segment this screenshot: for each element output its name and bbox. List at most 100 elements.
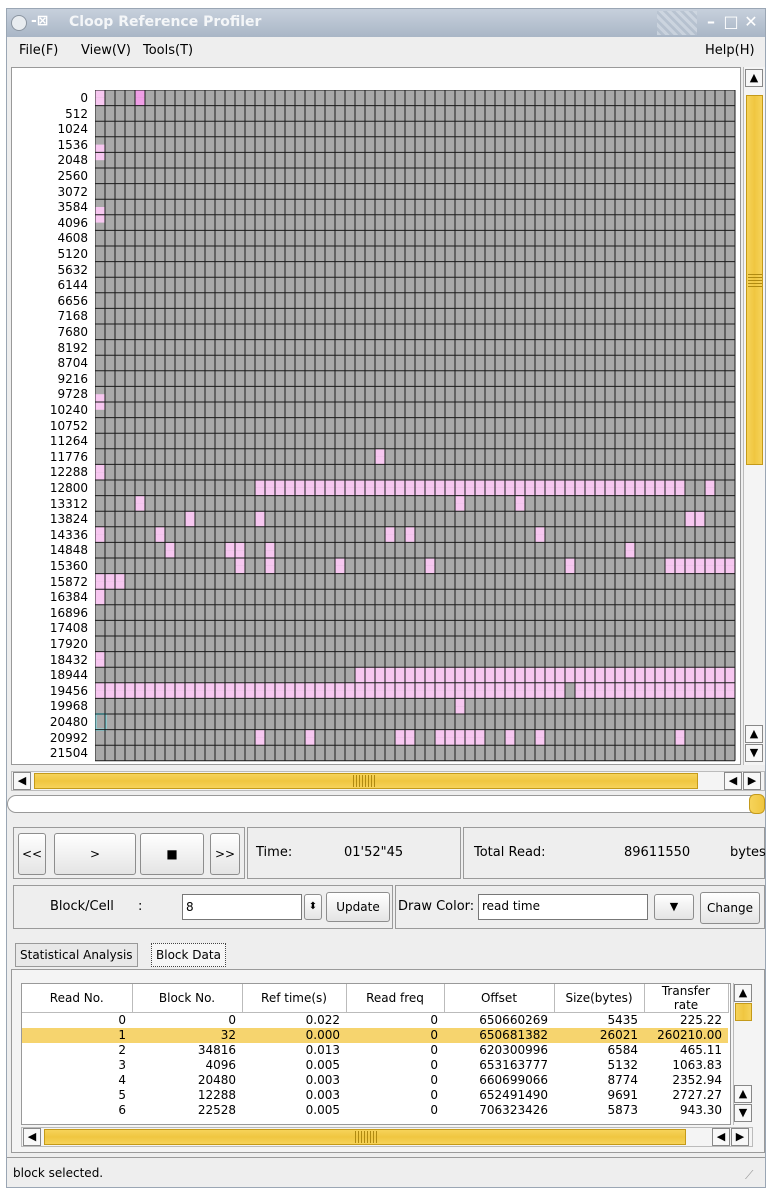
read-block-cell[interactable] xyxy=(295,487,305,496)
column-header[interactable]: Read No. xyxy=(22,984,133,1013)
read-block-cell[interactable] xyxy=(535,729,545,738)
read-block-cell[interactable] xyxy=(295,682,305,691)
read-block-cell[interactable] xyxy=(95,597,105,605)
read-block-cell[interactable] xyxy=(265,565,275,574)
read-block-cell[interactable] xyxy=(205,690,215,699)
dropdown-arrow-icon[interactable]: ▼ xyxy=(654,894,694,920)
read-block-cell[interactable] xyxy=(495,487,505,496)
read-block-cell[interactable] xyxy=(225,690,235,699)
read-block-cell[interactable] xyxy=(215,682,225,691)
table-vertical-thumb[interactable] xyxy=(735,1003,752,1021)
read-block-cell[interactable] xyxy=(445,690,455,699)
read-block-cell[interactable] xyxy=(425,682,435,691)
read-block-cell[interactable] xyxy=(365,690,375,699)
read-block-cell[interactable] xyxy=(395,682,405,691)
read-block-cell[interactable] xyxy=(645,480,655,488)
read-block-cell[interactable] xyxy=(475,667,485,675)
read-block-cell[interactable] xyxy=(695,565,705,574)
read-block-cell[interactable] xyxy=(555,487,565,496)
tab-statistical-analysis[interactable]: Statistical Analysis xyxy=(15,943,138,967)
read-block-cell[interactable] xyxy=(295,690,305,699)
scroll-right-icon[interactable]: ▶ xyxy=(743,772,761,790)
read-block-cell[interactable] xyxy=(375,480,385,488)
read-block-cell[interactable] xyxy=(705,480,715,488)
read-block-cell[interactable] xyxy=(395,667,405,675)
read-block-cell[interactable] xyxy=(565,675,575,683)
read-block-cell[interactable] xyxy=(565,667,575,675)
read-block-cell[interactable] xyxy=(505,675,515,683)
read-block-cell[interactable] xyxy=(285,480,295,488)
read-block-cell[interactable] xyxy=(695,511,705,519)
read-block-cell[interactable] xyxy=(585,690,595,699)
read-block-cell[interactable] xyxy=(395,675,405,683)
read-block-cell[interactable] xyxy=(305,682,315,691)
read-block-cell[interactable] xyxy=(625,487,635,496)
read-block-cell[interactable] xyxy=(245,690,255,699)
read-block-cell[interactable] xyxy=(465,729,475,738)
read-block-cell[interactable] xyxy=(105,573,115,582)
read-block-cell[interactable] xyxy=(565,487,575,496)
read-block-cell[interactable] xyxy=(625,675,635,683)
read-block-cell[interactable] xyxy=(365,480,375,488)
menu-tools[interactable]: Tools(T) xyxy=(143,43,193,58)
spin-stepper-icon[interactable]: ⬍ xyxy=(304,894,322,920)
read-block-cell[interactable] xyxy=(635,690,645,699)
read-block-cell[interactable] xyxy=(245,682,255,691)
read-block-cell[interactable] xyxy=(675,487,685,496)
read-block-cell[interactable] xyxy=(385,675,395,683)
read-block-cell[interactable] xyxy=(345,487,355,496)
minimize-icon[interactable]: – xyxy=(701,12,721,32)
read-block-cell[interactable] xyxy=(545,480,555,488)
read-block-cell[interactable] xyxy=(655,480,665,488)
read-block-cell[interactable] xyxy=(95,144,105,153)
column-header[interactable]: Read freq xyxy=(346,984,445,1013)
block-cell-input[interactable]: 8 xyxy=(182,894,302,920)
read-block-cell[interactable] xyxy=(195,690,205,699)
read-block-cell[interactable] xyxy=(155,526,165,535)
read-block-cell[interactable] xyxy=(585,667,595,675)
read-block-cell[interactable] xyxy=(465,487,475,496)
read-block-cell[interactable] xyxy=(605,690,615,699)
read-block-cell[interactable] xyxy=(95,534,105,543)
read-block-cell[interactable] xyxy=(665,682,675,691)
maximize-icon[interactable]: □ xyxy=(721,12,741,32)
read-block-cell[interactable] xyxy=(655,690,665,699)
read-block-cell[interactable] xyxy=(305,729,315,738)
read-block-cell[interactable] xyxy=(105,690,115,699)
read-block-cell[interactable] xyxy=(415,690,425,699)
read-block-cell[interactable] xyxy=(655,487,665,496)
read-block-cell[interactable] xyxy=(525,682,535,691)
scroll-left-icon-2[interactable]: ◀ xyxy=(724,772,742,790)
read-block-cell[interactable] xyxy=(685,519,695,527)
read-block-cell[interactable] xyxy=(645,690,655,699)
read-block-cell[interactable] xyxy=(455,487,465,496)
read-block-cell[interactable] xyxy=(555,690,565,699)
read-block-cell[interactable] xyxy=(95,90,105,98)
read-block-cell[interactable] xyxy=(95,152,105,161)
table-scroll-left-icon-2[interactable]: ◀ xyxy=(712,1128,730,1146)
read-block-cell[interactable] xyxy=(165,550,175,558)
read-block-cell[interactable] xyxy=(575,487,585,496)
read-block-cell[interactable] xyxy=(165,542,175,551)
read-block-cell[interactable] xyxy=(555,480,565,488)
read-block-cell[interactable] xyxy=(155,534,165,543)
stop-button[interactable]: ■ xyxy=(140,833,204,875)
read-block-cell[interactable] xyxy=(315,480,325,488)
read-block-cell[interactable] xyxy=(95,394,105,402)
read-block-cell[interactable] xyxy=(505,690,515,699)
read-block-cell[interactable] xyxy=(475,690,485,699)
read-block-cell[interactable] xyxy=(335,480,345,488)
read-block-cell[interactable] xyxy=(565,480,575,488)
read-block-cell[interactable] xyxy=(405,487,415,496)
read-block-cell[interactable] xyxy=(235,690,245,699)
read-block-cell[interactable] xyxy=(125,690,135,699)
read-block-cell[interactable] xyxy=(665,675,675,683)
read-block-cell[interactable] xyxy=(275,690,285,699)
read-block-cell[interactable] xyxy=(425,690,435,699)
read-block-cell[interactable] xyxy=(425,667,435,675)
read-block-cell[interactable] xyxy=(625,682,635,691)
read-block-cell[interactable] xyxy=(405,737,415,746)
read-block-cell[interactable] xyxy=(545,487,555,496)
column-header[interactable]: Block No. xyxy=(132,984,243,1013)
read-block-cell[interactable] xyxy=(625,542,635,551)
